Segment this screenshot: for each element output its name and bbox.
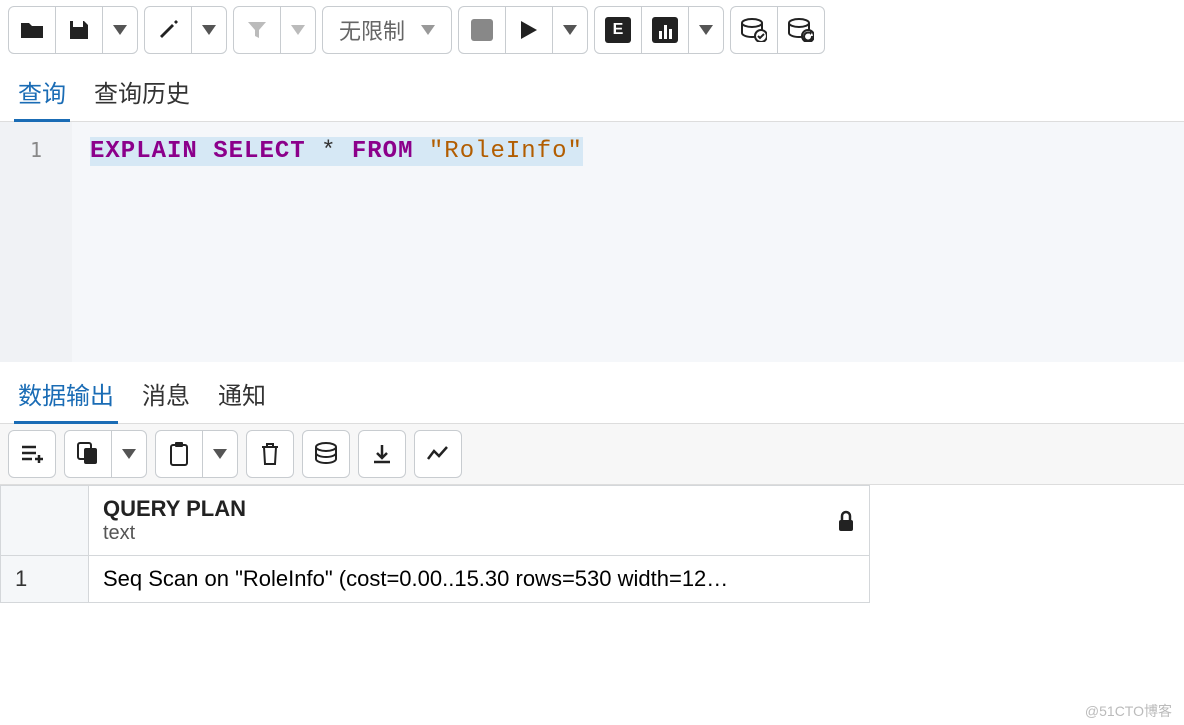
tab-data-output[interactable]: 数据输出 bbox=[14, 370, 118, 424]
result-table: QUERY PLAN text 1 Seq Scan on "RoleInfo"… bbox=[0, 485, 870, 603]
download-icon bbox=[371, 443, 393, 465]
copy-button[interactable] bbox=[64, 430, 112, 478]
save-dropdown[interactable] bbox=[102, 6, 138, 54]
line-gutter: 1 bbox=[0, 122, 72, 362]
filter-dropdown[interactable] bbox=[280, 6, 316, 54]
execute-dropdown[interactable] bbox=[552, 6, 588, 54]
copy-dropdown[interactable] bbox=[111, 430, 147, 478]
sql-keyword: FROM bbox=[352, 138, 414, 165]
chevron-down-icon bbox=[563, 25, 577, 35]
stop-button[interactable] bbox=[458, 6, 506, 54]
table-row[interactable]: 1 Seq Scan on "RoleInfo" (cost=0.00..15.… bbox=[1, 556, 870, 603]
lock-icon bbox=[837, 510, 855, 532]
sql-editor[interactable]: 1 EXPLAIN SELECT * FROM "RoleInfo" bbox=[0, 122, 1184, 362]
save-data-button[interactable] bbox=[302, 430, 350, 478]
chart-view-button[interactable] bbox=[414, 430, 462, 478]
rollback-button[interactable] bbox=[777, 6, 825, 54]
save-button[interactable] bbox=[55, 6, 103, 54]
tab-messages[interactable]: 消息 bbox=[138, 370, 194, 423]
line-number: 1 bbox=[0, 138, 72, 162]
save-icon bbox=[68, 19, 90, 41]
paste-dropdown[interactable] bbox=[202, 430, 238, 478]
tab-query-history[interactable]: 查询历史 bbox=[90, 68, 194, 121]
main-toolbar: 无限制 E bbox=[0, 0, 1184, 60]
cell-value[interactable]: Seq Scan on "RoleInfo" (cost=0.00..15.30… bbox=[89, 556, 870, 603]
open-file-button[interactable] bbox=[8, 6, 56, 54]
edit-button[interactable] bbox=[144, 6, 192, 54]
column-type: text bbox=[103, 522, 246, 545]
tab-query[interactable]: 查询 bbox=[14, 68, 70, 122]
row-number: 1 bbox=[1, 556, 89, 603]
paste-button[interactable] bbox=[155, 430, 203, 478]
download-button[interactable] bbox=[358, 430, 406, 478]
row-limit-label: 无限制 bbox=[339, 14, 405, 46]
sql-keyword: EXPLAIN bbox=[90, 138, 198, 165]
chevron-down-icon bbox=[202, 25, 216, 35]
code-area[interactable]: EXPLAIN SELECT * FROM "RoleInfo" bbox=[72, 122, 1184, 362]
row-limit-select[interactable]: 无限制 bbox=[322, 6, 452, 54]
sql-identifier: "RoleInfo" bbox=[429, 138, 583, 165]
db-rollback-icon bbox=[788, 18, 814, 42]
pencil-icon bbox=[157, 19, 179, 41]
analyze-button[interactable] bbox=[641, 6, 689, 54]
result-tabs: 数据输出 消息 通知 bbox=[0, 362, 1184, 424]
play-icon bbox=[519, 19, 539, 41]
clipboard-icon bbox=[169, 442, 189, 466]
explain-icon: E bbox=[605, 17, 631, 43]
explain-button[interactable]: E bbox=[594, 6, 642, 54]
analyze-dropdown[interactable] bbox=[688, 6, 724, 54]
db-icon bbox=[314, 442, 338, 466]
chart-icon bbox=[652, 17, 678, 43]
tab-notifications[interactable]: 通知 bbox=[214, 370, 270, 423]
chevron-down-icon bbox=[291, 25, 305, 35]
result-toolbar bbox=[0, 424, 1184, 485]
column-name: QUERY PLAN bbox=[103, 496, 246, 522]
commit-button[interactable] bbox=[730, 6, 778, 54]
filter-button[interactable] bbox=[233, 6, 281, 54]
column-header[interactable]: QUERY PLAN text bbox=[89, 486, 870, 556]
delete-button[interactable] bbox=[246, 430, 294, 478]
filter-icon bbox=[246, 19, 268, 41]
query-tabs: 查询 查询历史 bbox=[0, 60, 1184, 122]
watermark: @51CTO博客 bbox=[1085, 701, 1172, 721]
sql-star: * bbox=[321, 138, 336, 165]
add-row-button[interactable] bbox=[8, 430, 56, 478]
chevron-down-icon bbox=[122, 449, 136, 459]
chevron-down-icon bbox=[699, 25, 713, 35]
db-commit-icon bbox=[741, 18, 767, 42]
line-chart-icon bbox=[426, 445, 450, 463]
folder-icon bbox=[20, 20, 44, 40]
execute-button[interactable] bbox=[505, 6, 553, 54]
chevron-down-icon bbox=[113, 25, 127, 35]
sql-keyword: SELECT bbox=[213, 138, 305, 165]
stop-icon bbox=[471, 19, 493, 41]
list-add-icon bbox=[20, 443, 44, 465]
trash-icon bbox=[260, 442, 280, 466]
copy-icon bbox=[77, 442, 99, 466]
chevron-down-icon bbox=[213, 449, 227, 459]
chevron-down-icon bbox=[421, 25, 435, 35]
edit-dropdown[interactable] bbox=[191, 6, 227, 54]
row-number-header bbox=[1, 486, 89, 556]
